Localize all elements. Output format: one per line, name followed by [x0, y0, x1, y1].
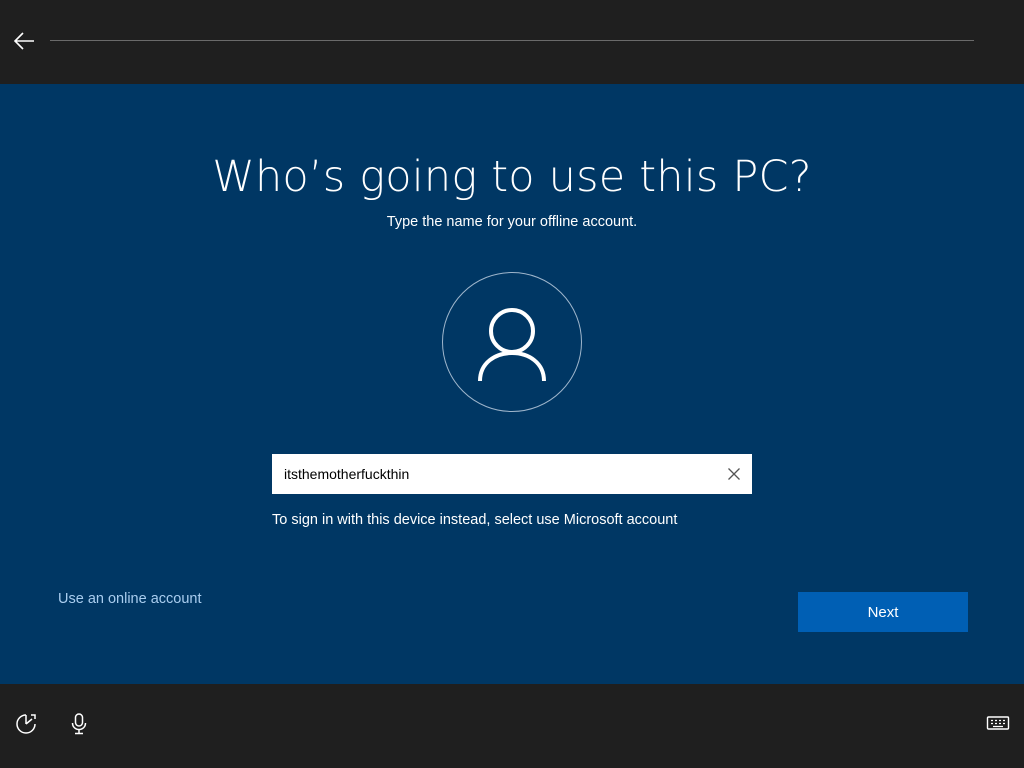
main-panel: Who’s going to use this PC? Type the nam…: [0, 84, 1024, 684]
clear-button[interactable]: [724, 464, 744, 484]
name-field: [272, 454, 752, 494]
next-button[interactable]: Next: [798, 592, 968, 632]
back-button[interactable]: [10, 26, 40, 56]
microphone-button[interactable]: [68, 712, 90, 736]
user-icon: [478, 308, 546, 382]
page-title: Who’s going to use this PC?: [212, 152, 812, 202]
ease-of-access-button[interactable]: [14, 712, 38, 736]
page-subtitle: Type the name for your offline account.: [386, 214, 638, 230]
bottom-bar: [0, 684, 1024, 768]
top-bar: [0, 0, 1024, 84]
avatar: [442, 272, 582, 412]
keyboard-icon: [986, 716, 1010, 730]
hint-text: To sign in with this device instead, sel…: [272, 512, 678, 528]
close-icon: [728, 468, 740, 480]
keyboard-button[interactable]: [986, 714, 1010, 732]
ease-of-access-icon: [16, 714, 36, 734]
microphone-icon: [71, 713, 87, 735]
back-arrow-icon: [13, 32, 34, 50]
use-online-account-link[interactable]: Use an online account: [58, 591, 202, 607]
progress-line: [50, 40, 974, 41]
name-input[interactable]: [272, 454, 712, 494]
